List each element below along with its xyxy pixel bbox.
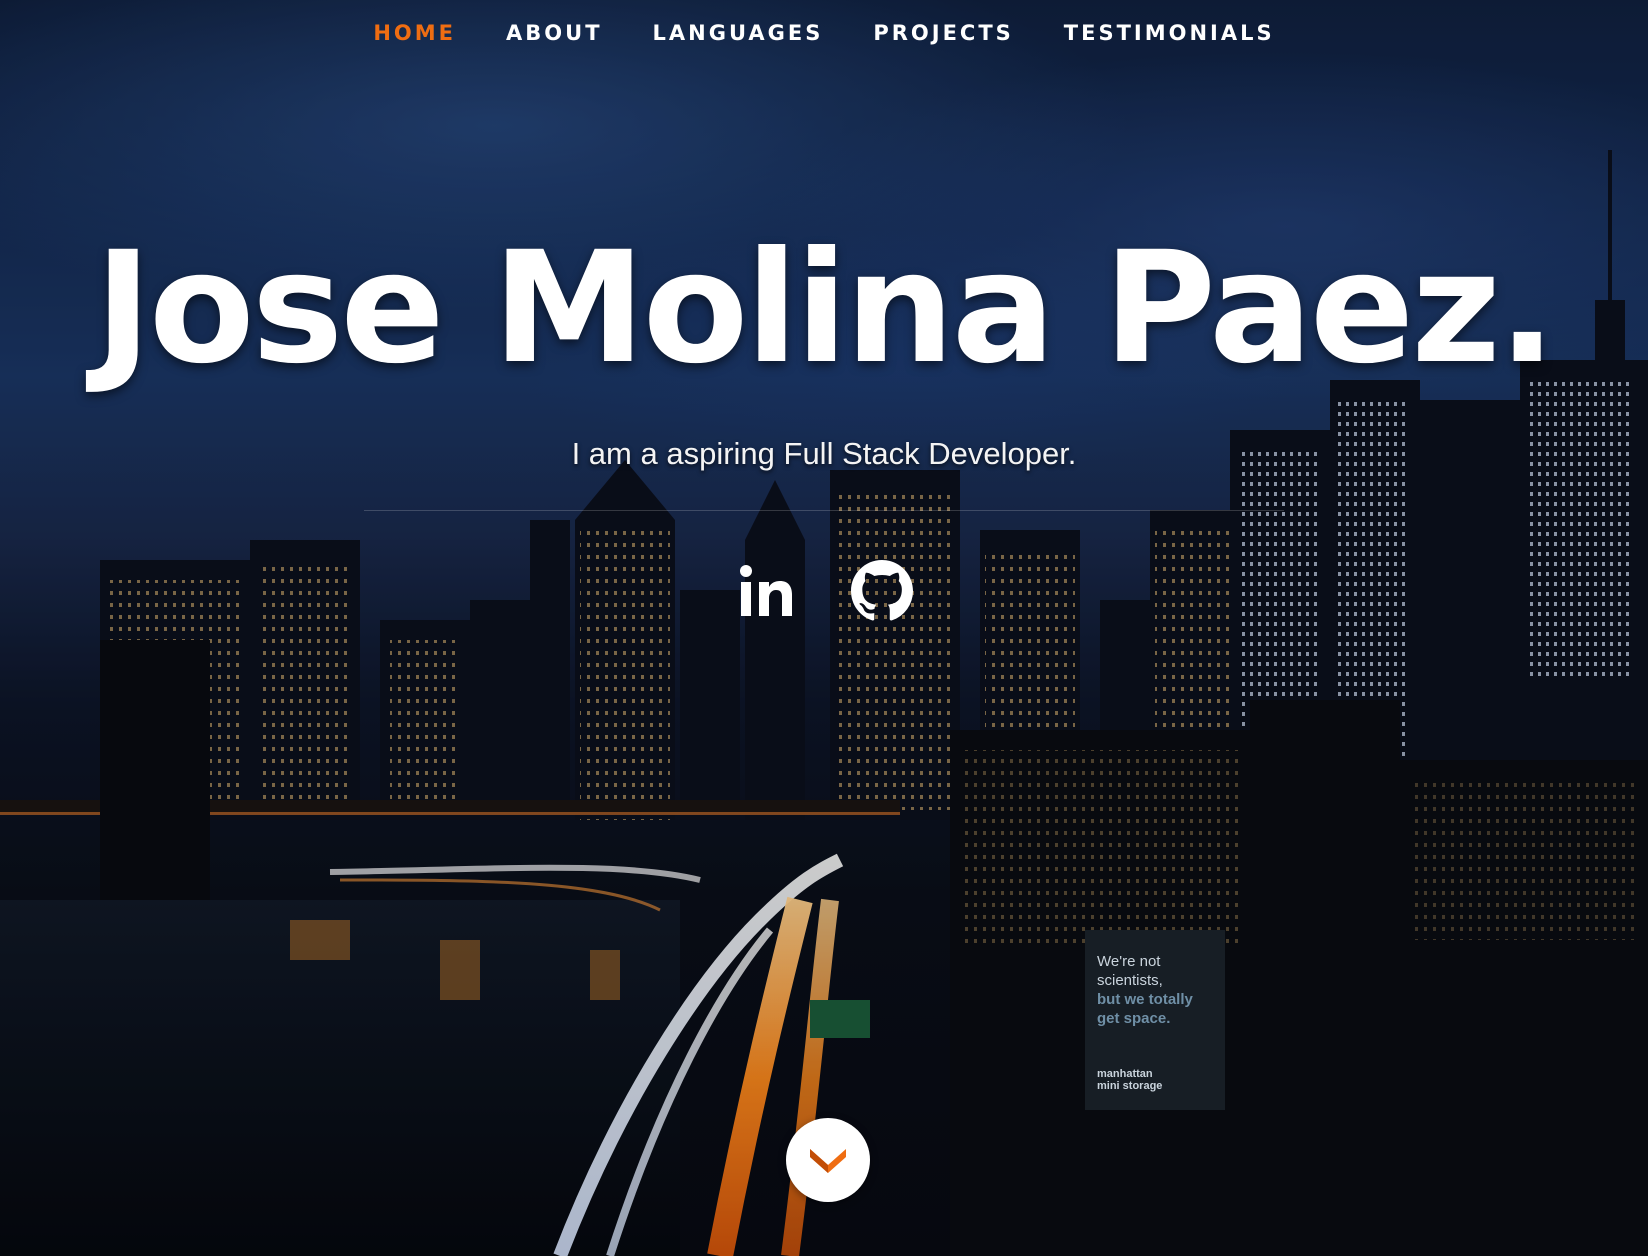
social-links — [0, 560, 1648, 622]
banner-divider — [364, 510, 1284, 511]
nav-link-home[interactable]: HOME — [348, 16, 481, 52]
banner-subtitle: I am a aspiring Full Stack Developer. — [571, 436, 1077, 471]
chevron-down-icon — [810, 1149, 846, 1173]
nav-link-about[interactable]: ABOUT — [481, 16, 628, 52]
billboard-brand: mini storage — [1097, 1080, 1163, 1092]
linkedin-icon — [740, 565, 792, 616]
billboard-line: scientists, — [1097, 972, 1163, 989]
main-nav: HOME ABOUT LANGUAGES PROJECTS TESTIMONIA… — [0, 16, 1648, 52]
nav-link-projects[interactable]: PROJECTS — [848, 16, 1038, 52]
billboard-line: get space. — [1097, 1010, 1171, 1027]
linkedin-link[interactable] — [735, 560, 797, 622]
scroll-down-button[interactable] — [786, 1118, 870, 1202]
billboard: We're not scientists, but we totally get… — [1097, 952, 1227, 1092]
billboard-line: but we totally — [1097, 991, 1193, 1008]
page-title: Jose Molina Paez. — [94, 219, 1557, 398]
billboard-line: We're not — [1097, 953, 1161, 970]
hero-banner: We're not scientists, but we totally get… — [0, 0, 1648, 1256]
github-link[interactable] — [851, 560, 913, 622]
billboard-brand: manhattan — [1097, 1068, 1153, 1080]
github-icon — [851, 560, 913, 621]
nav-link-testimonials[interactable]: TESTIMONIALS — [1039, 16, 1300, 52]
city-background-image — [0, 0, 1648, 1256]
nav-link-languages[interactable]: LANGUAGES — [628, 16, 849, 52]
